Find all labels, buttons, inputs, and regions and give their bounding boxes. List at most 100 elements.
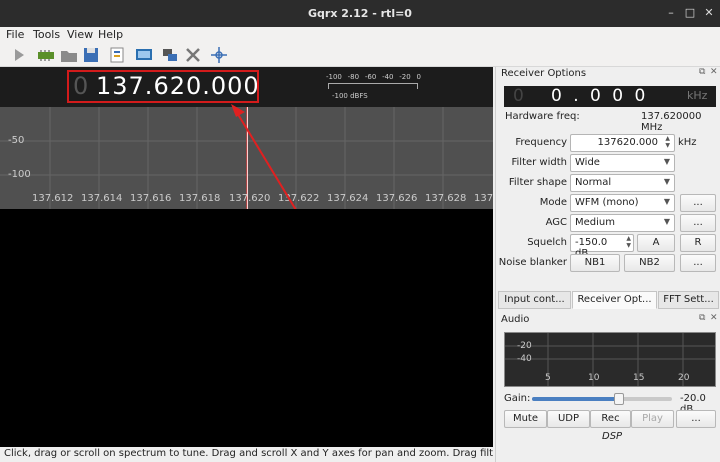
spectrum-x-tick: 137.616 bbox=[130, 193, 172, 204]
play-button[interactable]: Play bbox=[631, 410, 674, 428]
agc-value: Medium bbox=[575, 217, 615, 228]
gain-slider-handle[interactable] bbox=[614, 393, 624, 405]
audio-x-tick: 10 bbox=[588, 373, 600, 383]
waterfall-display[interactable] bbox=[0, 209, 493, 447]
filter-shape-label: Filter shape bbox=[508, 177, 567, 188]
save-icon[interactable] bbox=[82, 46, 100, 64]
frequency-bar: 0 137.620.000 -100 -80 -60 -40 -20 0 -10… bbox=[0, 67, 493, 107]
filter-width-label: Filter width bbox=[511, 157, 567, 168]
offset-value: 0 . 0 0 0 bbox=[551, 86, 649, 106]
signal-meter: -100 -80 -60 -40 -20 0 -100 dBFS bbox=[326, 73, 421, 101]
meter-tick: 0 bbox=[416, 73, 421, 81]
offset-unit: kHz bbox=[687, 89, 708, 102]
dock-close-icon[interactable]: ✕ bbox=[710, 313, 718, 323]
tools-icon[interactable] bbox=[184, 46, 202, 64]
filter-shape-select[interactable]: Normal ▼ bbox=[570, 174, 675, 192]
tab-receiver-options[interactable]: Receiver Opt... bbox=[572, 291, 657, 309]
status-bar: Click, drag or scroll on spectrum to tun… bbox=[0, 447, 493, 462]
receiver-dock: Receiver Options ⧉ ✕ 0 0 . 0 0 0 kHz Har… bbox=[495, 67, 720, 462]
spectrum-x-tick: 137.63 bbox=[474, 193, 493, 204]
filter-shape-value: Normal bbox=[575, 177, 612, 188]
chevron-down-icon: ▼ bbox=[663, 197, 670, 206]
meter-unit: -100 dBFS bbox=[332, 92, 368, 100]
filter-width-select[interactable]: Wide ▼ bbox=[570, 154, 675, 172]
hardware-freq-label: Hardware freq: bbox=[505, 111, 580, 122]
close-icon[interactable]: ✕ bbox=[702, 6, 716, 20]
minimize-icon[interactable]: – bbox=[664, 6, 678, 20]
rec-button[interactable]: Rec bbox=[590, 410, 631, 428]
spectrum-y-tick: -100 bbox=[8, 169, 31, 180]
tab-fft-settings[interactable]: FFT Sett... bbox=[658, 291, 719, 309]
meter-tick: -40 bbox=[382, 73, 394, 81]
gain-slider[interactable] bbox=[532, 393, 672, 405]
device-icon[interactable] bbox=[37, 46, 55, 64]
nb1-button[interactable]: NB1 bbox=[570, 254, 620, 272]
squelch-spinbox[interactable]: -150.0 dB ▲▼ bbox=[570, 234, 634, 259]
spectrum-x-tick: 137.624 bbox=[327, 193, 369, 204]
move-icon[interactable] bbox=[210, 46, 228, 64]
udp-button[interactable]: UDP bbox=[547, 410, 590, 428]
menu-view[interactable]: View bbox=[67, 28, 93, 41]
meter-tick: -100 bbox=[326, 73, 342, 81]
agc-label: AGC bbox=[545, 217, 567, 228]
spectrum-x-tick: 137.618 bbox=[179, 193, 221, 204]
noise-blanker-options-button[interactable]: ... bbox=[680, 254, 716, 272]
frequency-spinbox-value: 137620.000 bbox=[597, 137, 658, 148]
menu-file[interactable]: File bbox=[6, 28, 24, 41]
frequency-label: Frequency bbox=[515, 137, 567, 148]
agc-options-button[interactable]: ... bbox=[680, 214, 716, 232]
audio-fft-plot[interactable]: -20 -40 5 10 15 20 bbox=[504, 332, 716, 387]
meter-tick: -80 bbox=[347, 73, 360, 81]
menu-bar: File Tools View Help bbox=[0, 27, 720, 43]
nb2-button[interactable]: NB2 bbox=[624, 254, 675, 272]
float-icon[interactable]: ⧉ bbox=[699, 313, 705, 323]
menu-help[interactable]: Help bbox=[98, 28, 123, 41]
float-icon[interactable]: ⧉ bbox=[699, 67, 705, 77]
audio-options-button[interactable]: ... bbox=[676, 410, 716, 428]
squelch-reset-button[interactable]: R bbox=[680, 234, 716, 252]
mode-label: Mode bbox=[539, 197, 567, 208]
audio-x-tick: 5 bbox=[545, 373, 551, 383]
spin-arrows-icon[interactable]: ▲ ▼ bbox=[665, 135, 670, 149]
audio-x-tick: 15 bbox=[633, 373, 645, 383]
frequency-spinbox[interactable]: 137620.000 ▲ ▼ bbox=[570, 134, 675, 152]
spectrum-x-tick: 137.626 bbox=[376, 193, 418, 204]
offset-leading-digit: 0 bbox=[513, 86, 524, 106]
toolbar bbox=[0, 43, 720, 67]
title-bar: Gqrx 2.12 - rtl=0 – □ ✕ bbox=[0, 0, 720, 27]
hardware-freq-value: 137.620000 MHz bbox=[641, 111, 702, 133]
spectrum-x-tick: 137.612 bbox=[32, 193, 74, 204]
maximize-icon[interactable]: □ bbox=[683, 6, 697, 20]
frequency-highlight-box bbox=[67, 70, 259, 103]
spectrum-y-tick: -50 bbox=[8, 135, 25, 146]
mute-button[interactable]: Mute bbox=[504, 410, 547, 428]
spin-arrows-icon[interactable]: ▲ ▼ bbox=[626, 235, 631, 249]
tab-input-controls[interactable]: Input cont... bbox=[498, 291, 571, 309]
filter-width-value: Wide bbox=[575, 157, 600, 168]
screen-icon[interactable] bbox=[135, 46, 153, 64]
chevron-down-icon: ▼ bbox=[663, 177, 670, 186]
meter-tick: -20 bbox=[399, 73, 411, 81]
network-icon[interactable] bbox=[161, 46, 179, 64]
spectrum-x-tick: 137.622 bbox=[278, 193, 320, 204]
open-folder-icon[interactable] bbox=[60, 46, 78, 64]
noise-blanker-label: Noise blanker bbox=[498, 257, 567, 268]
offset-display[interactable]: 0 0 . 0 0 0 kHz bbox=[504, 86, 716, 107]
squelch-auto-button[interactable]: A bbox=[637, 234, 675, 252]
spectrum-x-tick: 137.614 bbox=[81, 193, 123, 204]
dock-close-icon[interactable]: ✕ bbox=[710, 67, 718, 77]
audio-y-tick: -20 bbox=[517, 341, 532, 351]
spectrum-x-tick: 137.620 bbox=[229, 193, 271, 204]
agc-select[interactable]: Medium ▼ bbox=[570, 214, 675, 232]
plot-area[interactable]: 0 137.620.000 -100 -80 -60 -40 -20 0 -10… bbox=[0, 67, 493, 447]
mode-options-button[interactable]: ... bbox=[680, 194, 716, 212]
menu-tools[interactable]: Tools bbox=[33, 28, 60, 41]
dsp-label: DSP bbox=[602, 431, 623, 442]
chevron-down-icon: ▼ bbox=[663, 157, 670, 166]
audio-y-tick: -40 bbox=[517, 354, 532, 364]
play-icon[interactable] bbox=[10, 46, 28, 64]
audio-x-tick: 20 bbox=[678, 373, 690, 383]
audio-title: Audio bbox=[501, 314, 530, 325]
bookmark-icon[interactable] bbox=[108, 46, 126, 64]
mode-select[interactable]: WFM (mono) ▼ bbox=[570, 194, 675, 212]
